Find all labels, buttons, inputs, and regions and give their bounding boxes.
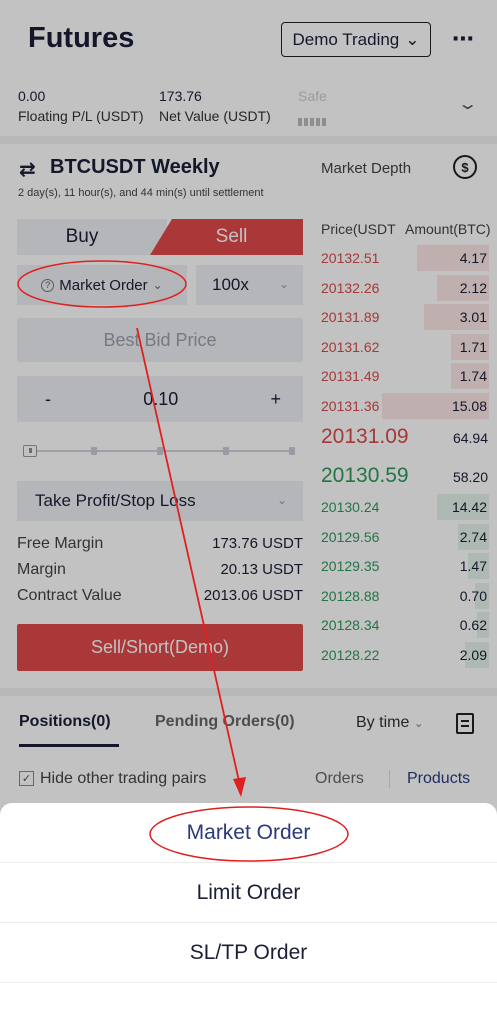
order-type-sheet: Market Order Limit Order SL/TP Order [0, 803, 497, 1014]
futures-screen: Futures Demo Trading ⌄ ⋯ 0.00 Floating P… [0, 0, 497, 1014]
sheet-option-limit-order[interactable]: Limit Order [0, 863, 497, 923]
sheet-option-sltp-order[interactable]: SL/TP Order [0, 923, 497, 983]
sheet-option-market-order[interactable]: Market Order [0, 803, 497, 863]
